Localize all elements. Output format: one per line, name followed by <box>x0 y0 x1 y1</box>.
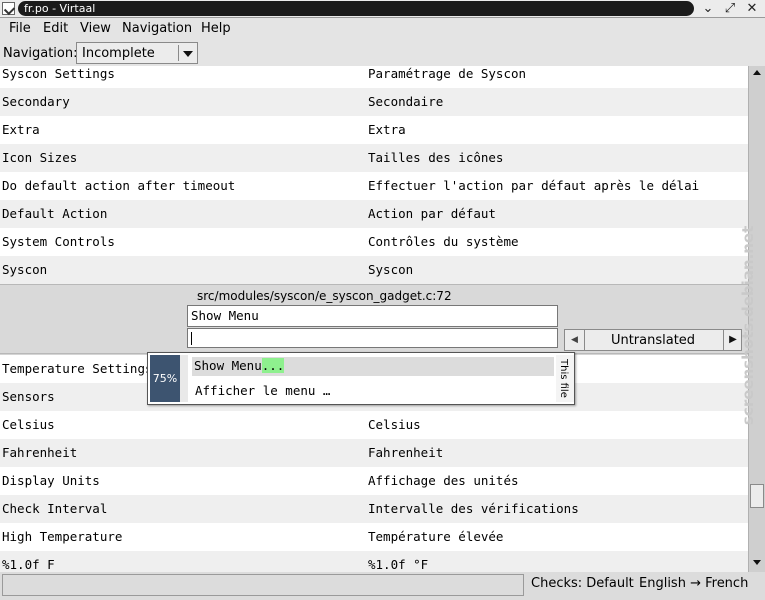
table-row[interactable]: Default Action Action par défaut <box>0 200 748 228</box>
title-bar: fr.po - Virtaal ⌄ ⤢ ✕ <box>0 0 765 18</box>
navigation-mode-value: Incomplete <box>82 46 155 61</box>
scroll-down-icon[interactable] <box>753 560 761 565</box>
source-cell: Do default action after timeout <box>2 178 236 193</box>
scroll-up-icon[interactable] <box>753 70 761 75</box>
menu-edit[interactable]: Edit <box>43 21 68 36</box>
target-cell: Extra <box>368 122 406 137</box>
source-cell: Secondary <box>2 94 70 109</box>
close-icon[interactable]: ✕ <box>744 1 760 17</box>
menu-help[interactable]: Help <box>201 21 231 36</box>
target-cell: Affichage des unités <box>368 473 519 488</box>
language-pair-selector[interactable]: English → French <box>639 576 748 591</box>
source-cell: Syscon Settings <box>2 66 115 81</box>
tm-suggestion-target[interactable]: Afficher le menu … <box>195 383 330 398</box>
table-row[interactable]: Syscon Settings Paramétrage de Syscon <box>0 66 748 88</box>
table-row[interactable]: Check Interval Intervalle des vérificatio… <box>0 495 748 523</box>
source-text: Show Menu <box>187 305 558 327</box>
unit-list-top: Syscon Settings Paramétrage de Syscon Sec… <box>0 66 748 284</box>
target-cell: Intervalle des vérifications <box>368 501 579 516</box>
source-cell: Fahrenheit <box>2 445 78 460</box>
menu-bar: File Edit View Navigation Help <box>0 18 765 40</box>
table-row[interactable]: System Controls Contrôles du système <box>0 228 748 256</box>
suggestion-origin: This file <box>556 355 574 402</box>
source-cell: Extra <box>2 122 40 137</box>
navigation-mode-select[interactable]: Incomplete <box>76 42 198 64</box>
unit-status-label: Untranslated <box>610 333 696 348</box>
source-cell: Syscon <box>2 262 48 277</box>
status-bar: Checks: Default English → French <box>0 572 765 600</box>
table-row[interactable]: Celsius Celsius <box>0 411 748 439</box>
popup-gutter <box>180 355 188 402</box>
unit-status-control[interactable]: ◀ Untranslated ▶ <box>564 329 742 351</box>
table-row[interactable]: Syscon Syscon <box>0 256 748 284</box>
checks-selector[interactable]: Checks: Default <box>531 576 634 591</box>
navigation-bar: Navigation: Incomplete <box>0 40 765 66</box>
target-cell: Action par défaut <box>368 206 496 221</box>
target-cell: Secondaire <box>368 94 444 109</box>
table-row[interactable]: %1.0f F %1.0f °F <box>0 551 748 572</box>
target-cell: Celsius <box>368 417 421 432</box>
app-icon[interactable] <box>2 2 15 15</box>
source-location: src/modules/syscon/e_syscon_gadget.c:72 <box>197 289 452 303</box>
suggestion-diff-highlight: ... <box>261 358 285 373</box>
match-percent: 75% <box>150 355 180 402</box>
source-cell: High Temperature <box>2 529 123 544</box>
table-row[interactable]: Do default action after timeout Effectuer… <box>0 172 748 200</box>
target-cell: Contrôles du système <box>368 234 519 249</box>
scrollbar-thumb[interactable] <box>750 484 764 508</box>
source-cell: Celsius <box>2 417 55 432</box>
table-row[interactable]: Icon Sizes Tailles des icônes <box>0 144 748 172</box>
source-cell: Check Interval <box>2 501 108 516</box>
target-cell: Syscon <box>368 262 414 277</box>
source-cell: Temperature Settings <box>2 361 153 376</box>
table-row[interactable]: Fahrenheit Fahrenheit <box>0 439 748 467</box>
source-cell: %1.0f F <box>2 557 55 572</box>
target-cell: %1.0f °F <box>368 557 429 572</box>
navigation-label: Navigation: <box>3 46 78 61</box>
target-cell: Température élevée <box>368 529 504 544</box>
source-cell: Default Action <box>2 206 108 221</box>
menu-view[interactable]: View <box>80 21 111 36</box>
table-row[interactable]: Extra Extra <box>0 116 748 144</box>
menu-navigation[interactable]: Navigation <box>122 21 192 36</box>
target-cell: Effectuer l'action par défaut après le d… <box>368 178 700 193</box>
table-row[interactable]: Secondary Secondaire <box>0 88 748 116</box>
watermark-text: screenshots.debian.net <box>739 225 757 425</box>
previous-status-icon[interactable]: ◀ <box>565 330 585 350</box>
source-cell: Display Units <box>2 473 100 488</box>
target-cell: Paramétrage de Syscon <box>368 66 527 81</box>
translation-input[interactable] <box>187 328 558 348</box>
source-cell: Icon Sizes <box>2 150 78 165</box>
target-cell: Fahrenheit <box>368 445 444 460</box>
tm-suggestion-source[interactable]: Show Menu... <box>192 357 554 376</box>
chevron-down-icon[interactable]: ⌄ <box>700 1 716 17</box>
suggestion-source-text: Show Menu <box>194 358 262 373</box>
status-message-area <box>2 574 524 596</box>
combo-separator <box>178 45 179 61</box>
window-title: fr.po - Virtaal <box>18 1 694 16</box>
table-row[interactable]: High Temperature Température élevée <box>0 523 748 551</box>
target-cell: Tailles des icônes <box>368 150 504 165</box>
maximize-icon[interactable]: ⤢ <box>722 1 738 17</box>
suggestion-origin-label: This file <box>558 359 569 398</box>
text-caret <box>191 332 192 345</box>
tm-suggestion-popup: 75% Show Menu... Afficher le menu … This… <box>147 352 575 405</box>
table-row[interactable]: Display Units Affichage des unités <box>0 467 748 495</box>
chevron-down-icon[interactable] <box>183 51 193 57</box>
unit-editor: src/modules/syscon/e_syscon_gadget.c:72 … <box>0 284 748 354</box>
source-cell: System Controls <box>2 234 115 249</box>
menu-file[interactable]: File <box>9 21 31 36</box>
source-cell: Sensors <box>2 389 55 404</box>
